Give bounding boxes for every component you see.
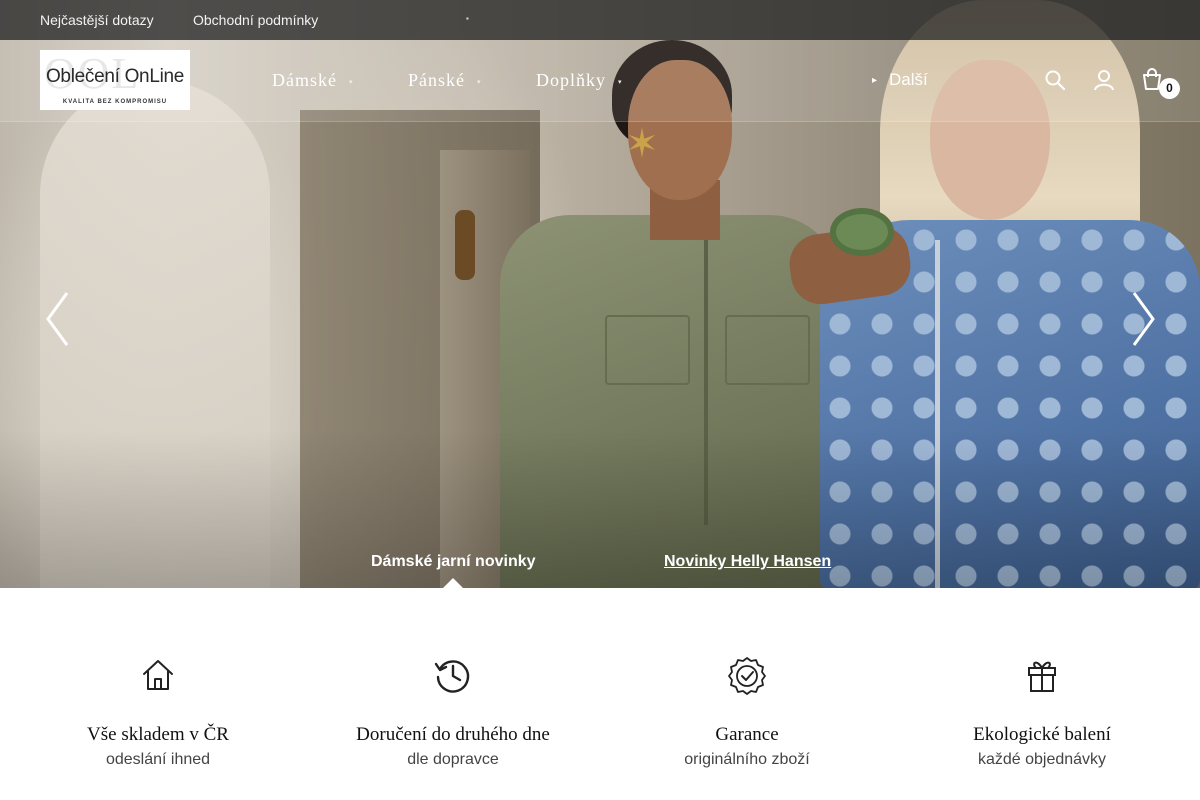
slide-tab[interactable]: Novinky Helly Hansen <box>664 553 831 571</box>
slide-tab-active[interactable]: Dámské jarní novinky <box>371 553 536 571</box>
nav-more-label: Další <box>889 70 928 89</box>
feature-delivery: Doručení do druhého dne dle dopravce <box>306 655 600 770</box>
hero-model-1-pocket <box>605 315 690 385</box>
hero-bottom-gradient <box>0 430 1200 588</box>
menu-icon: ▸ <box>872 75 878 87</box>
chevron-down-icon: ▾ <box>477 77 482 86</box>
feature-guarantee: Garance originálního zboží <box>600 655 894 770</box>
gift-icon <box>1028 661 1056 692</box>
feature-title: Vše skladem v ČR <box>87 724 229 745</box>
hero-model-1-earring: ✶ <box>625 122 659 166</box>
feature-subtitle: každé objednávky <box>977 751 1107 768</box>
nav-item-label: Pánské <box>408 70 465 90</box>
topbar-dot-icon: ▪ <box>466 14 469 23</box>
logo-name: Oblečení OnLine <box>45 66 185 87</box>
main-header: OOL Oblečení OnLine KVALITA BEZ KOMPROMI… <box>0 40 1200 122</box>
feature-subtitle: odeslání ihned <box>105 751 211 768</box>
nav-item-more[interactable]: ▸ Další <box>872 70 928 90</box>
badge-check-icon <box>728 657 766 695</box>
active-tab-pointer <box>443 578 463 588</box>
feature-title: Doručení do druhého dne <box>356 724 550 745</box>
faq-link[interactable]: Nejčastější dotazy <box>40 12 154 28</box>
top-info-bar: Nejčastější dotazy Obchodní podmínky ▪ <box>0 0 1200 40</box>
search-icon[interactable] <box>1044 68 1066 92</box>
user-icon[interactable] <box>1093 68 1115 92</box>
feature-stock: Vše skladem v ČR odeslání ihned <box>11 655 305 770</box>
nav-item-label: Doplňky <box>536 70 606 90</box>
nav-item-label: Dámské <box>272 70 337 90</box>
terms-link[interactable]: Obchodní podmínky <box>193 12 318 28</box>
chevron-down-icon: ▾ <box>348 77 354 86</box>
clock-history-icon <box>434 660 470 693</box>
carousel-prev-arrow-icon[interactable] <box>44 290 70 348</box>
site-logo[interactable]: OOL Oblečení OnLine KVALITA BEZ KOMPROMI… <box>40 50 190 110</box>
feature-packaging: Ekologické balení každé objednávky <box>895 655 1189 770</box>
nav-item-damske[interactable]: Dámské ▾ <box>272 70 354 91</box>
hero-model-1-bangle <box>830 208 894 256</box>
logo-tagline: KVALITA BEZ KOMPROMISU <box>62 99 168 105</box>
cart-count-badge: 0 <box>1159 78 1180 99</box>
feature-title: Ekologické balení <box>973 724 1111 745</box>
carousel-next-arrow-icon[interactable] <box>1131 290 1157 348</box>
feature-title: Garance <box>715 724 779 745</box>
feature-subtitle: dle dopravce <box>407 751 499 768</box>
home-icon <box>143 660 173 690</box>
hero-door-knob <box>455 210 475 280</box>
hero-model-1-pocket <box>725 315 810 385</box>
chevron-down-icon: ▾ <box>618 77 623 86</box>
nav-item-panske[interactable]: Pánské ▾ <box>408 70 482 91</box>
feature-subtitle: originálního zboží <box>684 751 810 768</box>
nav-item-doplnky[interactable]: Doplňky ▾ <box>536 70 623 91</box>
